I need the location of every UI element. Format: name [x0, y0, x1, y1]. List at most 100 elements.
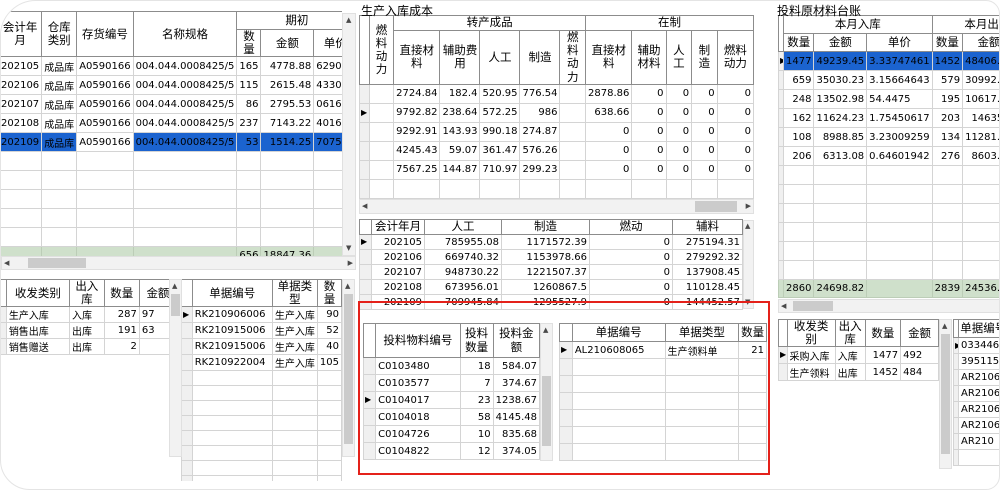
cell[interactable]: AR2106 — [959, 386, 1000, 402]
cell[interactable]: 0 — [666, 122, 692, 141]
cell[interactable] — [133, 209, 237, 228]
cell[interactable]: 202109 — [372, 295, 425, 310]
cell[interactable]: 374.05 — [493, 443, 539, 460]
scrollbar-thumb[interactable] — [941, 334, 950, 454]
cell[interactable] — [665, 376, 739, 393]
cell[interactable] — [520, 179, 560, 198]
cell[interactable] — [632, 179, 666, 198]
row-selector[interactable] — [360, 250, 372, 265]
cell[interactable] — [192, 431, 272, 446]
cell[interactable]: 1452 — [932, 52, 962, 71]
cell[interactable]: 638.66 — [586, 103, 632, 122]
cell[interactable] — [692, 179, 718, 198]
cell[interactable] — [867, 166, 932, 185]
cell[interactable]: 1477 — [784, 52, 814, 71]
cell[interactable]: 生产入库 — [272, 323, 317, 339]
row-selector[interactable]: ▶ — [779, 52, 784, 71]
cell[interactable]: 12 — [460, 443, 493, 460]
cell[interactable] — [0, 152, 42, 171]
row-selector[interactable] — [182, 401, 193, 416]
cell[interactable]: 0 — [632, 160, 666, 179]
cell[interactable]: 采购入库 — [787, 347, 835, 364]
row-selector[interactable] — [779, 223, 784, 242]
cell[interactable]: 1260867.5 — [502, 280, 590, 295]
cell[interactable]: 299.23 — [520, 160, 560, 179]
cell[interactable]: 生产领料 — [787, 364, 835, 381]
cell[interactable]: 1452 — [865, 364, 901, 381]
cell[interactable] — [572, 410, 665, 427]
cell[interactable] — [932, 185, 962, 204]
row-selector[interactable] — [364, 375, 376, 392]
row-selector[interactable] — [0, 323, 6, 339]
scroll-up-icon[interactable]: ▲ — [172, 283, 177, 290]
cell[interactable]: 21 — [739, 342, 767, 359]
cell[interactable]: 1221507.37 — [502, 265, 590, 280]
row-selector[interactable] — [182, 355, 193, 371]
cell[interactable]: 3.23009259 — [867, 128, 932, 147]
cell[interactable] — [963, 261, 1000, 280]
cell[interactable]: 492 — [901, 347, 939, 364]
cell[interactable] — [272, 476, 317, 481]
cell[interactable]: 0 — [666, 160, 692, 179]
cell[interactable]: 0 — [666, 141, 692, 160]
cell[interactable] — [959, 450, 1000, 466]
cell[interactable]: 40 — [317, 339, 341, 355]
cell[interactable] — [237, 171, 261, 190]
cell[interactable] — [317, 371, 341, 386]
cell[interactable]: 0 — [590, 265, 673, 280]
cell[interactable]: 191 — [104, 323, 139, 339]
cell[interactable] — [739, 393, 767, 410]
row-selector[interactable]: ▶ — [954, 338, 959, 354]
cell[interactable] — [237, 152, 261, 171]
cell[interactable] — [572, 427, 665, 444]
cell[interactable]: 0 — [590, 280, 673, 295]
scrollbar-thumb[interactable] — [344, 294, 353, 444]
cell[interactable] — [586, 179, 632, 198]
cell[interactable]: 835.68 — [493, 426, 539, 443]
cell[interactable]: 202107 — [372, 265, 425, 280]
cell[interactable]: AL210608065 — [572, 342, 665, 359]
cell[interactable]: 10 — [460, 426, 493, 443]
cell[interactable]: 0 — [692, 122, 718, 141]
cell[interactable]: 144452.57 — [673, 295, 743, 310]
cell[interactable] — [814, 223, 867, 242]
cell[interactable]: 0 — [692, 103, 718, 122]
cell[interactable]: 2795.53 — [261, 95, 314, 114]
cell[interactable] — [192, 416, 272, 431]
cell[interactable]: 2 — [104, 339, 139, 355]
cell[interactable] — [665, 359, 739, 376]
cell[interactable]: C0104018 — [376, 409, 461, 426]
cell[interactable] — [572, 393, 665, 410]
cell[interactable]: 生产入库 — [272, 339, 317, 355]
cell[interactable] — [739, 427, 767, 444]
cell[interactable]: 11624.23 — [814, 109, 867, 128]
cell[interactable]: 004.044.0008425/5 — [133, 133, 237, 152]
cell[interactable]: 2615.48 — [261, 76, 314, 95]
cell[interactable]: 53 — [237, 133, 261, 152]
cell[interactable] — [814, 204, 867, 223]
cell[interactable]: 7 — [460, 375, 493, 392]
scroll-left-icon[interactable]: ◀ — [362, 203, 367, 210]
cell[interactable]: A0590166 — [77, 76, 133, 95]
cell[interactable]: 105 — [317, 355, 341, 371]
row-selector[interactable] — [360, 179, 370, 198]
cell[interactable]: 13502.98 — [814, 90, 867, 109]
cell[interactable] — [42, 171, 77, 190]
cell[interactable] — [272, 416, 317, 431]
cell[interactable]: AR210 — [959, 434, 1000, 450]
row-selector[interactable]: ▶ — [360, 103, 370, 122]
row-selector[interactable] — [364, 426, 376, 443]
row-selector[interactable] — [0, 339, 6, 355]
cell[interactable] — [784, 185, 814, 204]
row-selector[interactable] — [954, 434, 959, 450]
cell[interactable]: 0 — [692, 141, 718, 160]
row-selector[interactable] — [954, 370, 959, 386]
cell[interactable]: 276 — [932, 147, 962, 166]
cell[interactable]: C0104726 — [376, 426, 461, 443]
cell[interactable]: 生产入库 — [272, 355, 317, 371]
row-selector[interactable] — [182, 339, 193, 355]
row-selector[interactable] — [182, 386, 193, 401]
cell[interactable]: 35030.23 — [814, 71, 867, 90]
cell[interactable] — [133, 228, 237, 247]
row-selector[interactable] — [779, 128, 784, 147]
